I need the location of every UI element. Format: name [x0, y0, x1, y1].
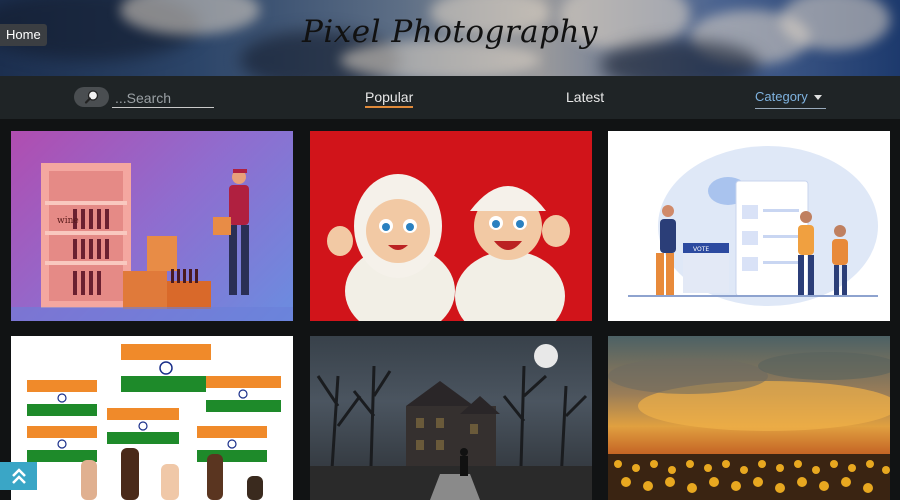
- voting-illustration: VOTE: [628, 146, 878, 306]
- gallery-item[interactable]: VOTE: [608, 131, 890, 321]
- category-label: Category: [755, 89, 808, 104]
- cartoon-kids-image: [327, 174, 570, 321]
- haunted-house-image: [310, 344, 592, 500]
- tab-latest[interactable]: Latest: [566, 89, 604, 105]
- indian-flags-image: [27, 344, 281, 500]
- double-chevron-up-icon: [11, 468, 26, 484]
- search-input[interactable]: [112, 88, 214, 108]
- site-title: Pixel Photography: [302, 14, 598, 50]
- sunflower-field-image: [608, 352, 890, 500]
- gallery-item[interactable]: [310, 131, 592, 321]
- search-icon: [84, 90, 98, 104]
- search-button[interactable]: [74, 87, 109, 107]
- header-banner: Home Pixel Photography: [0, 0, 900, 76]
- scroll-top-button[interactable]: [0, 462, 37, 490]
- vote-box-text: VOTE: [693, 246, 709, 253]
- gallery-item[interactable]: [310, 336, 592, 500]
- nav-bar: Popular Latest Category: [0, 76, 900, 119]
- wine-sign-text: wine: [57, 216, 79, 226]
- wine-shop-illustration: wine: [11, 163, 293, 321]
- category-dropdown[interactable]: Category: [755, 89, 826, 109]
- tab-popular[interactable]: Popular: [365, 89, 414, 108]
- chevron-down-icon: [814, 95, 822, 100]
- gallery-item[interactable]: [608, 336, 890, 500]
- gallery-item[interactable]: wine: [11, 131, 293, 321]
- gallery-item[interactable]: [11, 336, 293, 500]
